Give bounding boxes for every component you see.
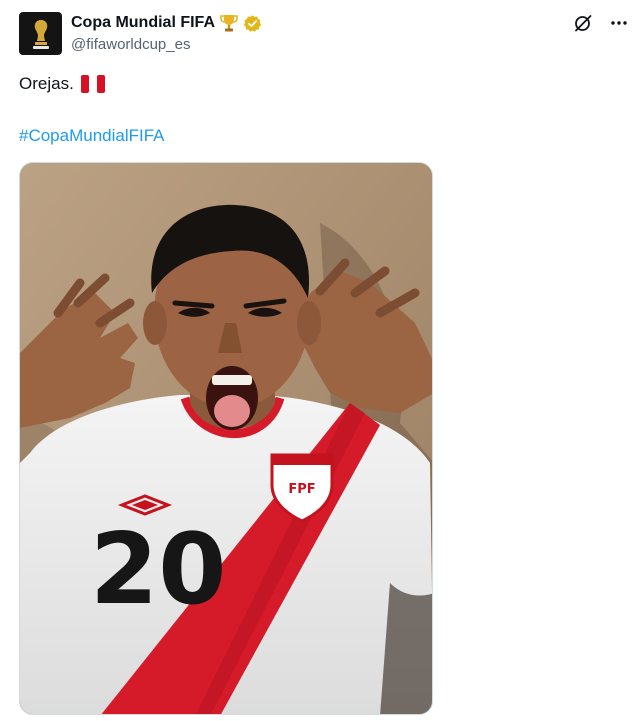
player-photo: 20 FPF (20, 163, 432, 714)
hashtag-link[interactable]: #CopaMundialFIFA (19, 125, 165, 147)
tweet-card: Copa Mundial FIFA @fifaworldcup_es Oreja… (0, 0, 640, 721)
author-block: Copa Mundial FIFA @fifaworldcup_es (71, 13, 262, 54)
gold-verified-badge-icon[interactable] (243, 14, 262, 33)
author-name[interactable]: Copa Mundial FIFA (71, 13, 215, 33)
author-handle[interactable]: @fifaworldcup_es (71, 36, 262, 54)
fifa-world-cup-logo-icon (32, 19, 49, 49)
more-options-icon[interactable] (608, 12, 630, 34)
author-avatar[interactable] (19, 12, 62, 55)
tweet-text: Orejas. (19, 73, 105, 95)
peru-flag-icon (80, 75, 105, 93)
trophy-icon (219, 13, 239, 33)
grok-icon[interactable] (572, 12, 594, 34)
tweet-text-content: Orejas. (19, 74, 74, 93)
jersey-number: 20 (90, 513, 226, 627)
tweet-media-photo[interactable]: 20 FPF (19, 162, 433, 715)
crest-letters: FPF (288, 482, 315, 497)
post-actions (572, 12, 630, 34)
